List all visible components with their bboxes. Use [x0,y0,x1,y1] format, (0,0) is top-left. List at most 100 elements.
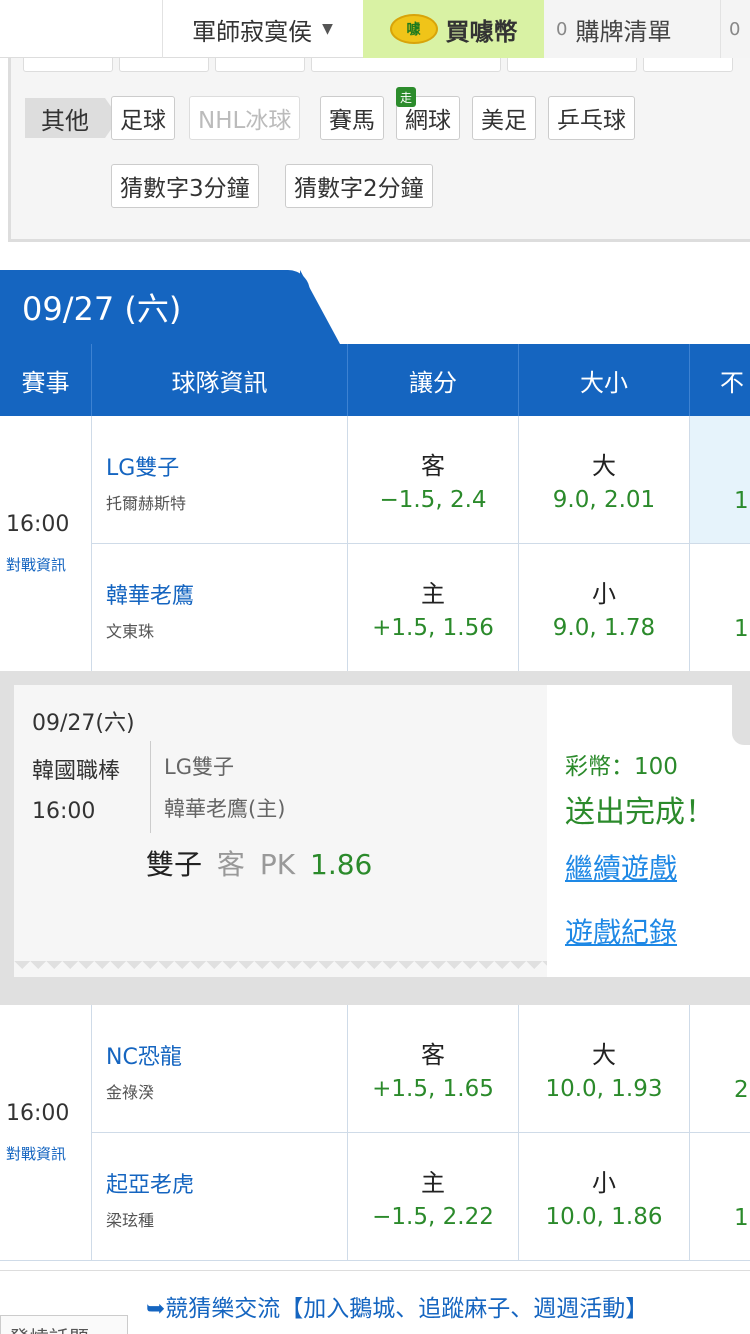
h2h-link[interactable]: 對戰資訊 [6,554,66,575]
chip-table-tennis[interactable]: 乒乓球 [548,96,635,140]
team-away: NC恐龍 金祿湀 [92,1005,348,1133]
odds-value: +1.5, 1.56 [372,615,494,641]
chip-american-football[interactable]: 美足 [472,96,536,140]
table-header: 賽事 球隊資訊 讓分 大小 不 [0,344,750,416]
chip-guess-number-2min[interactable]: 猜數字2分鐘 [285,164,433,208]
community-notice-link[interactable]: ➥競猜樂交流【加入鵝城、追蹤麻子、週週活動】 [146,1289,648,1323]
chip-guess-number-3min[interactable]: 猜數字3分鐘 [111,164,259,208]
odds-edge-home[interactable]: 1 [690,544,750,672]
match-time-cell: 16:00 對戰資訊 [0,416,92,672]
header-spread: 讓分 [348,344,519,416]
chip-nhl: NHL冰球 [189,96,301,140]
team-name[interactable]: LG雙子 [106,450,347,482]
coin-icon: 噱 [389,14,438,44]
odds-value: 1. [734,488,750,514]
pitcher-name: 梁玹種 [106,1211,155,1230]
ticket-submitted-message: 送出完成！ [565,795,715,830]
pick-side: 客 [216,848,245,881]
category-panel: 其他 足球 NHL冰球 賽馬 走 網球 美足 乒乓球 猜數字3分鐘 猜數字2分鐘 [8,58,750,242]
chip-label: 猜數字2分鐘 [294,176,424,202]
chip-label: 猜數字3分鐘 [120,176,250,202]
odds-value: 9.0, 2.01 [552,487,656,513]
team-name[interactable]: NC恐龍 [106,1039,347,1071]
cart-label: 購牌清單 [575,17,672,46]
ticket-coins: 彩幣：100 [565,754,678,780]
team-name[interactable]: 起亞老虎 [106,1167,347,1199]
chip-placeholder [311,58,501,72]
hot-topics-tab[interactable]: 發燒話題 [0,1315,128,1334]
bet-ticket: 09/27(六) 韓國職棒 16:00 LG雙子 韓華老鷹(主) 雙子 客 PK… [14,685,750,977]
odds-side: 小 [592,1169,616,1197]
chip-label: NHL冰球 [198,108,292,134]
pick-type: PK [259,848,296,881]
odds-edge-away[interactable]: 1. [690,416,750,544]
odds-side: 大 [592,1041,616,1069]
team-name[interactable]: 韓華老鷹 [106,578,347,610]
chip-horse-racing[interactable]: 賽馬 [320,96,384,140]
header-event: 賽事 [0,344,92,416]
odds-spread-home[interactable]: 主 −1.5, 2.22 [348,1133,519,1261]
odds-total-over[interactable]: 大 9.0, 2.01 [519,416,690,544]
header-total: 大小 [519,344,690,416]
user-name: 軍師寂寞侯 [192,17,313,46]
odds-spread-home[interactable]: 主 +1.5, 1.56 [348,544,519,672]
ticket-league: 韓國職棒 [32,759,121,784]
footer: ➥競猜樂交流【加入鵝城、追蹤麻子、週週活動】 發燒話題 [0,1270,750,1334]
odds-value: −1.5, 2.22 [372,1204,494,1230]
top-bar: 軍師寂寞侯 ▼ 噱 買噱幣 0 購牌清單 0 [0,0,750,58]
chip-label: 乒乓球 [557,108,626,134]
odds-total-under[interactable]: 小 10.0, 1.86 [519,1133,690,1261]
chip-soccer[interactable]: 足球 [111,96,175,140]
odds-total-over[interactable]: 大 10.0, 1.93 [519,1005,690,1133]
odds-side: 客 [421,452,445,480]
cart-button[interactable]: 0 購牌清單 [544,0,720,58]
ticket-pick: 雙子 客 PK 1.86 [146,843,372,883]
user-menu[interactable]: 軍師寂寞侯 ▼ [162,0,363,58]
match-time: 16:00 [6,512,70,537]
ticket-time: 16:00 [32,799,96,824]
team-home: 韓華老鷹 文東珠 [92,544,348,672]
match-time-cell: 16:00 對戰資訊 [0,1005,92,1261]
pitcher-name: 文東珠 [106,622,155,641]
chip-tennis[interactable]: 走 網球 [396,87,460,140]
buy-coin-label: 買噱幣 [445,17,518,46]
odds-spread-away[interactable]: 客 +1.5, 1.65 [348,1005,519,1133]
odds-value: 10.0, 1.93 [545,1076,663,1102]
chip-label: 美足 [481,108,527,134]
category-label-other: 其他 [25,98,119,138]
odds-side: 小 [592,580,616,608]
divider [150,741,151,833]
h2h-link[interactable]: 對戰資訊 [6,1143,66,1164]
odds-side: 主 [421,1169,445,1197]
ticket-details: 09/27(六) 韓國職棒 16:00 LG雙子 韓華老鷹(主) 雙子 客 PK… [14,685,547,977]
chip-label: 賽馬 [329,108,375,134]
ticket-status: 彩幣：100 送出完成！ 繼續遊戲 遊戲紀錄 [547,685,750,977]
odds-edge-home[interactable]: 1. [690,1133,750,1261]
match-time: 16:00 [6,1101,70,1126]
odds-spread-away[interactable]: 客 −1.5, 2.4 [348,416,519,544]
caret-down-icon: ▼ [322,21,333,37]
chip-placeholder [23,58,113,72]
team-home: 起亞老虎 梁玹種 [92,1133,348,1261]
odds-value: 1 [734,616,749,642]
odds-value: 2 [734,1077,749,1103]
odds-total-under[interactable]: 小 9.0, 1.78 [519,544,690,672]
pick-team: 雙子 [146,848,203,881]
ticket-corner [732,685,750,745]
odds-side: 大 [592,452,616,480]
cart-count: 0 [556,18,568,40]
secondary-cart-count: 0 [729,18,741,40]
odds-value: 9.0, 1.78 [552,615,656,641]
pick-odds: 1.86 [310,848,373,881]
continue-game-link[interactable]: 繼續遊戲 [565,847,677,887]
game-history-link[interactable]: 遊戲紀錄 [565,911,677,951]
header-edge: 不 [690,344,750,416]
pitcher-name: 托爾赫斯特 [106,494,187,513]
odds-edge-away[interactable]: 2 [690,1005,750,1133]
bet-ticket-overlay: 09/27(六) 韓國職棒 16:00 LG雙子 韓華老鷹(主) 雙子 客 PK… [0,671,750,1005]
ticket-away-team: LG雙子 [164,755,234,779]
buy-coin-button[interactable]: 噱 買噱幣 [363,0,544,58]
chip-placeholder [215,58,305,72]
secondary-cart-button[interactable]: 0 [720,0,750,58]
ticket-date: 09/27(六) [32,711,135,736]
